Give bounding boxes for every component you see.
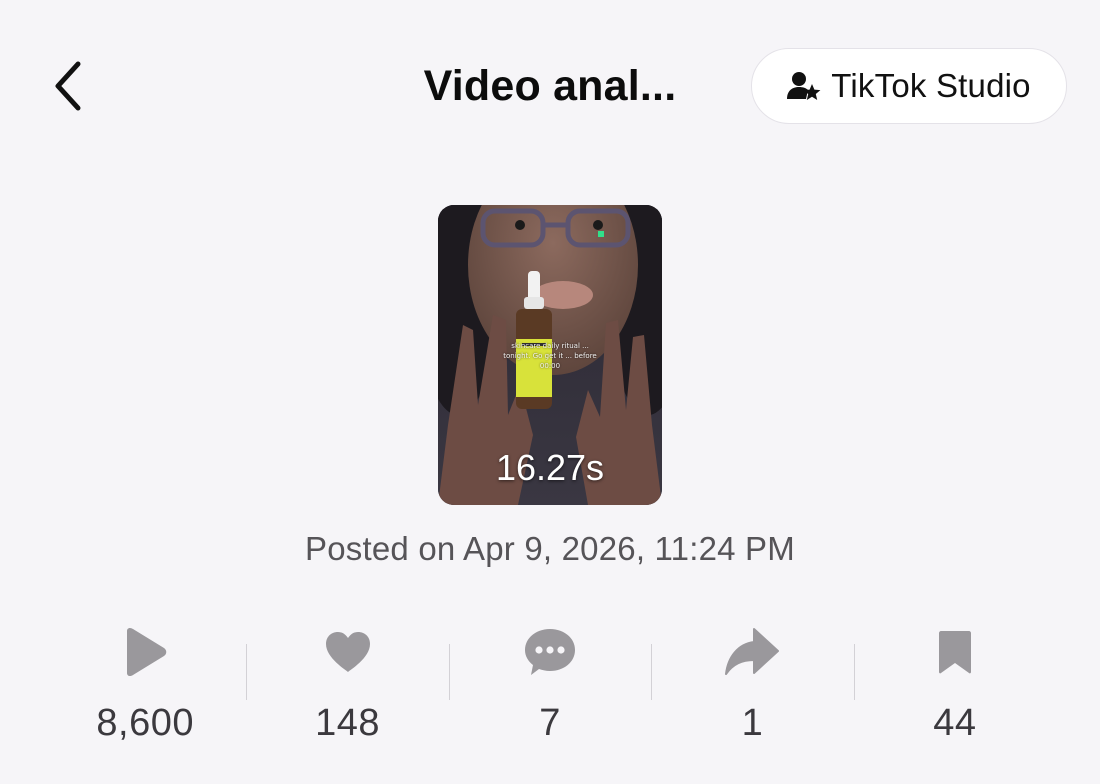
stats-row: 8,600 148 7 1 44 [44, 620, 1056, 760]
stat-views: 8,600 [44, 620, 246, 760]
stat-value: 148 [315, 702, 381, 744]
heart-icon [325, 632, 370, 672]
play-icon [127, 627, 167, 677]
video-caption: skincare daily ritual ... tonight. Go ge… [503, 342, 597, 370]
stat-likes: 148 [246, 620, 448, 760]
stat-value: 8,600 [96, 702, 194, 744]
comment-icon [525, 629, 576, 675]
chevron-left-icon [55, 61, 81, 111]
stat-value: 44 [933, 702, 977, 744]
tiktok-studio-button[interactable]: TikTok Studio [751, 48, 1067, 124]
bookmark-icon [938, 631, 971, 674]
posted-date: Posted on Apr 9, 2026, 11:24 PM [305, 530, 795, 567]
stat-saves: 44 [853, 620, 1056, 760]
video-duration: 16.27s [495, 447, 605, 488]
stat-value: 1 [741, 702, 764, 744]
stat-comments: 7 [448, 620, 651, 760]
stat-value: 7 [539, 702, 561, 744]
video-thumbnail[interactable]: skincare daily ritual ... tonight. Go ge… [438, 205, 662, 505]
page-title: Video anal... [423, 62, 677, 110]
share-icon [725, 628, 780, 675]
tiktok-studio-label: TikTok Studio [831, 67, 1031, 104]
back-button[interactable] [38, 56, 98, 116]
creator-star-icon [787, 72, 821, 100]
stat-shares: 1 [651, 620, 853, 760]
